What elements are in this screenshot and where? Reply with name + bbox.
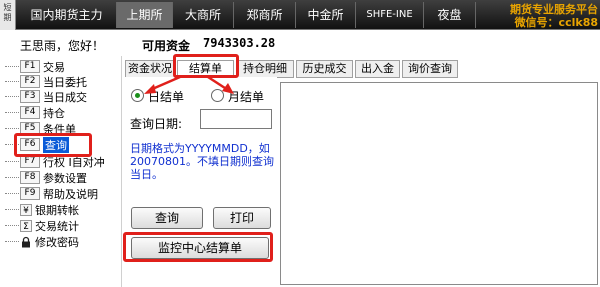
promo-line-1: 期货专业服务平台 <box>510 3 598 16</box>
menu-item-change-password[interactable]: 修改密码 <box>5 234 117 249</box>
tab-dce[interactable]: 大商所 <box>173 2 234 28</box>
fkey-badge: F6 <box>20 138 40 151</box>
menu-item-trade-stats[interactable]: Σ 交易统计 <box>5 218 117 233</box>
fkey-badge: F4 <box>20 106 40 119</box>
tree-connector <box>5 81 19 82</box>
menu-label: 行权 I自对冲 <box>43 155 105 169</box>
tab-trade-history[interactable]: 历史成交 <box>296 60 353 78</box>
tree-connector <box>5 96 19 97</box>
tree-connector <box>5 128 19 129</box>
sigma-icon: Σ <box>20 219 32 232</box>
menu-label: 持仓 <box>43 106 65 120</box>
menu-label: 修改密码 <box>35 235 79 249</box>
tab-quote-inquiry[interactable]: 询价查询 <box>402 60 458 78</box>
settlement-panel: 日结单 月结单 查询日期: 日期格式为YYYYMMDD，如20070801。不填… <box>125 77 277 277</box>
tab-shfe[interactable]: 上期所 <box>117 2 173 28</box>
tab-shfe-ine[interactable]: SHFE-INE <box>356 2 424 28</box>
menu-item-bank-transfer[interactable]: ¥ 银期转帐 <box>5 202 117 217</box>
query-button[interactable]: 查询 <box>131 207 203 229</box>
tree-connector <box>5 161 19 162</box>
menu-label: 参数设置 <box>43 171 87 185</box>
menu-label: 交易 <box>43 60 65 74</box>
menu-label: 银期转帐 <box>35 203 79 217</box>
tree-connector <box>5 193 19 194</box>
tab-deposit-withdraw[interactable]: 出入金 <box>355 60 400 78</box>
date-format-hint: 日期格式为YYYYMMDD，如20070801。不填日期则查询当日。 <box>130 142 274 181</box>
logo-text-1: 短 <box>3 3 12 12</box>
menu-item-query[interactable]: F6 查询 <box>5 136 117 153</box>
tab-cffex[interactable]: 中金所 <box>296 2 356 28</box>
query-date-label: 查询日期: <box>130 117 183 131</box>
menu-label: 当日委托 <box>43 75 87 89</box>
menu-item-conditional-orders[interactable]: F5 条件单 <box>5 121 117 136</box>
promo-line-2: 微信号：cclk88 <box>514 16 598 29</box>
monitor-center-settlement-button[interactable]: 监控中心结算单 <box>131 237 269 259</box>
menu-label: 帮助及说明 <box>43 187 98 201</box>
fkey-badge: F7 <box>20 155 40 168</box>
account-header: 王思雨，您好！ 可用资金 7943303.28 <box>0 31 600 56</box>
fkey-badge: F5 <box>20 122 40 135</box>
fkey-badge: F1 <box>20 60 40 73</box>
menu-item-today-fills[interactable]: F3 当日成交 <box>5 89 117 104</box>
tree-connector <box>5 209 19 210</box>
menu-item-help[interactable]: F9 帮助及说明 <box>5 186 117 201</box>
menu-item-today-orders[interactable]: F2 当日委托 <box>5 74 117 89</box>
fkey-badge: F9 <box>20 187 40 200</box>
callout-arrows <box>144 75 234 94</box>
funds-value: 7943303.28 <box>203 36 276 50</box>
fkey-badge: F3 <box>20 90 40 103</box>
tree-connector <box>5 241 19 242</box>
tab-night-session[interactable]: 夜盘 <box>424 2 476 28</box>
fkey-badge: F2 <box>20 75 40 88</box>
menu-label: 条件单 <box>43 122 76 136</box>
greeting: 王思雨，您好！ <box>20 39 105 53</box>
tree-connector <box>5 225 19 226</box>
tree-connector <box>5 144 19 145</box>
menu-item-trade[interactable]: F1 交易 <box>5 59 117 74</box>
menu-label: 查询 <box>43 136 69 153</box>
logo-tab[interactable]: 短 期 <box>0 0 16 30</box>
tab-domestic-main[interactable]: 国内期货主力 <box>17 2 117 28</box>
menu-item-settings[interactable]: F8 参数设置 <box>5 170 117 185</box>
funds-label: 可用资金 <box>142 39 191 53</box>
function-menu: F1 交易 F2 当日委托 F3 当日成交 F4 持仓 F5 条件单 F6 查询… <box>0 56 122 287</box>
tree-connector <box>5 177 19 178</box>
tree-connector <box>5 66 19 67</box>
menu-label: 交易统计 <box>35 219 79 233</box>
tree-connector <box>5 112 19 113</box>
lock-icon <box>20 236 32 248</box>
logo-text-2: 期 <box>3 13 12 22</box>
settlement-result-area[interactable] <box>280 82 598 285</box>
exchange-tab-bar: 短 期 国内期货主力 上期所 大商所 郑商所 中金所 SHFE-INE 夜盘 期… <box>0 0 600 30</box>
menu-item-exercise-hedge[interactable]: F7 行权 I自对冲 <box>5 154 117 169</box>
yen-icon: ¥ <box>20 203 32 216</box>
fkey-badge: F8 <box>20 171 40 184</box>
menu-label: 当日成交 <box>43 90 87 104</box>
menu-item-positions[interactable]: F4 持仓 <box>5 105 117 120</box>
promo-watermark: 期货专业服务平台 微信号：cclk88 <box>483 3 598 29</box>
print-button[interactable]: 打印 <box>213 207 271 229</box>
query-date-input[interactable] <box>200 109 272 129</box>
tab-czce[interactable]: 郑商所 <box>234 2 296 28</box>
